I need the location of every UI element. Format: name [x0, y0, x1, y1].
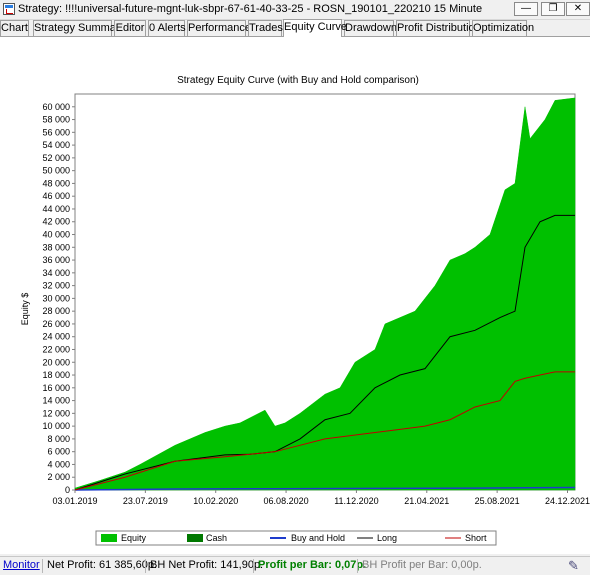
- y-tick-label: 52 000: [42, 153, 70, 163]
- pin-icon[interactable]: ✎: [568, 558, 579, 574]
- tab-strategy-summary[interactable]: Strategy Summary: [33, 20, 125, 36]
- y-tick-label: 60 000: [42, 102, 70, 112]
- y-tick-label: 50 000: [42, 166, 70, 176]
- minimize-button[interactable]: —: [514, 2, 538, 16]
- y-tick-label: 36 000: [42, 255, 70, 265]
- y-tick-label: 30 000: [42, 293, 70, 303]
- legend-label-short: Short: [465, 533, 487, 543]
- chart-title: Strategy Equity Curve (with Buy and Hold…: [177, 75, 419, 86]
- bh-profit-per-bar-value: BH Profit per Bar: 0,00р.: [362, 559, 482, 571]
- y-tick-label: 18 000: [42, 370, 70, 380]
- y-tick-label: 4 000: [47, 459, 70, 469]
- x-tick-label: 25.08.2021: [475, 496, 520, 506]
- tab-editor[interactable]: Editor: [114, 20, 146, 36]
- x-tick-label: 21.04.2021: [404, 496, 449, 506]
- y-tick-label: 8 000: [47, 434, 70, 444]
- tab-strip: Chart Strategy Summary Editor 0 Alerts P…: [0, 19, 590, 37]
- tab-chart[interactable]: Chart: [0, 20, 29, 36]
- y-tick-label: 28 000: [42, 306, 70, 316]
- legend-label-equity: Equity: [121, 533, 147, 543]
- tab-drawdown[interactable]: Drawdown: [344, 20, 397, 36]
- equity-curve-chart: Strategy Equity Curve (with Buy and Hold…: [20, 75, 590, 546]
- tab-trades[interactable]: Trades: [248, 20, 283, 36]
- y-tick-label: 34 000: [42, 268, 70, 278]
- profit-per-bar-value: Profit per Bar: 0,07р.: [258, 559, 367, 571]
- equity-curve-panel: Strategy Equity Curve (with Buy and Hold…: [0, 37, 590, 554]
- y-tick-label: 2 000: [47, 472, 70, 482]
- y-tick-label: 38 000: [42, 242, 70, 252]
- y-tick-label: 12 000: [42, 408, 70, 418]
- x-tick-label: 23.07.2019: [123, 496, 168, 506]
- y-tick-label: 20 000: [42, 357, 70, 367]
- x-tick-label: 06.08.2020: [264, 496, 309, 506]
- status-divider: [145, 559, 146, 573]
- legend-swatch-equity: [101, 534, 117, 542]
- legend-label-long: Long: [377, 533, 397, 543]
- y-tick-label: 26 000: [42, 319, 70, 329]
- tab-alerts[interactable]: 0 Alerts: [148, 20, 186, 36]
- y-tick-label: 56 000: [42, 127, 70, 137]
- legend-label-cash: Cash: [206, 533, 227, 543]
- y-tick-label: 48 000: [42, 178, 70, 188]
- status-bar: Monitor Net Profit: 61 385,60р. BH Net P…: [0, 556, 590, 575]
- status-divider: [42, 559, 43, 573]
- net-profit-value: Net Profit: 61 385,60р.: [47, 559, 158, 571]
- tab-performance[interactable]: Performance: [187, 20, 251, 36]
- y-axis-label: Equity $: [20, 293, 30, 326]
- tab-profit-distribution[interactable]: Profit Distribution: [396, 20, 481, 36]
- window-titlebar: Strategy: !!!!universal-future-mgnt-luk-…: [0, 0, 590, 20]
- tab-optimization[interactable]: Optimization: [472, 20, 534, 36]
- y-tick-label: 16 000: [42, 383, 70, 393]
- strategy-window-icon: [3, 3, 15, 15]
- tab-equity-curve[interactable]: Equity Curve: [283, 19, 347, 37]
- window-title: Strategy: !!!!universal-future-mgnt-luk-…: [18, 3, 483, 15]
- y-tick-label: 44 000: [42, 204, 70, 214]
- x-tick-label: 11.12.2020: [334, 496, 378, 506]
- bh-net-profit-value: BH Net Profit: 141,90р.: [150, 559, 264, 571]
- y-tick-label: 14 000: [42, 396, 70, 406]
- y-tick-label: 40 000: [42, 230, 70, 240]
- x-tick-label: 03.01.2019: [52, 496, 97, 506]
- y-tick-label: 6 000: [47, 447, 70, 457]
- y-tick-label: 24 000: [42, 332, 70, 342]
- y-tick-label: 54 000: [42, 140, 70, 150]
- monitor-link[interactable]: Monitor: [3, 559, 40, 571]
- y-tick-label: 32 000: [42, 281, 70, 291]
- status-divider: [357, 559, 358, 573]
- y-tick-label: 42 000: [42, 217, 70, 227]
- x-tick-label: 24.12.2021: [545, 496, 590, 506]
- legend: Equity Cash Buy and Hold Long Short: [95, 530, 497, 546]
- y-tick-label: 22 000: [42, 344, 70, 354]
- restore-button[interactable]: ❐: [541, 2, 565, 16]
- y-tick-label: 46 000: [42, 191, 70, 201]
- legend-swatch-cash: [187, 534, 203, 542]
- y-tick-label: 0: [65, 485, 70, 495]
- close-button[interactable]: ✕: [566, 2, 590, 16]
- x-tick-label: 10.02.2020: [193, 496, 238, 506]
- legend-label-buy-hold: Buy and Hold: [291, 533, 345, 543]
- y-tick-label: 58 000: [42, 115, 70, 125]
- status-divider: [253, 559, 254, 573]
- y-tick-label: 10 000: [42, 421, 70, 431]
